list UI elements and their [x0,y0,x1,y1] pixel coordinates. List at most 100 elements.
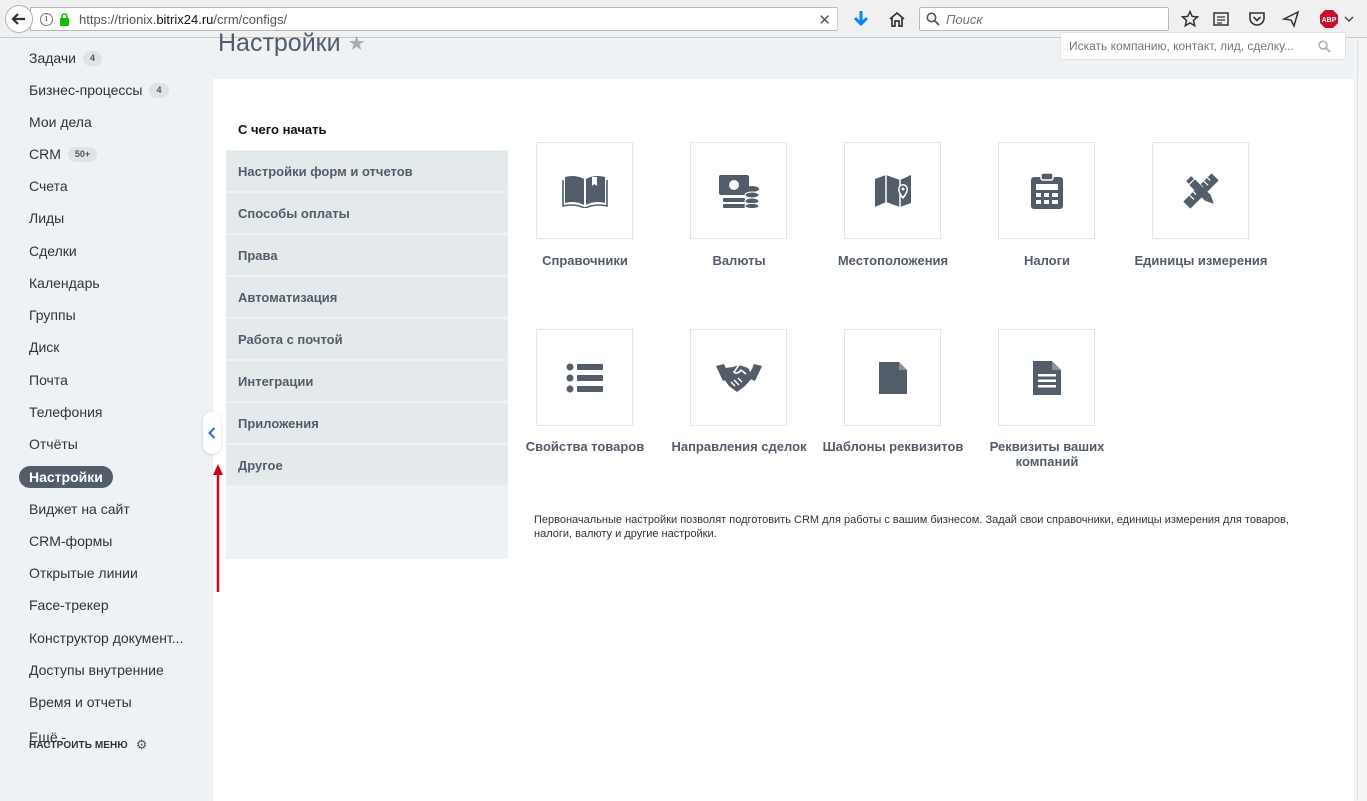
svg-text:ABP: ABP [1322,17,1337,24]
adblock-icon[interactable]: ABP [1318,9,1340,29]
reading-list-icon[interactable] [1211,9,1231,29]
tile-product-properties[interactable] [536,329,633,426]
nav-item-forms-reports[interactable]: Настройки форм и отчетов [226,151,508,191]
menu-item[interactable]: Сделки [29,243,77,259]
tile-units-of-measure[interactable] [1152,142,1249,239]
nav-item-automation[interactable]: Автоматизация [226,277,508,317]
menu-item-label: Время и отчеты [29,694,132,710]
download-icon[interactable] [851,9,871,29]
tile-label: Реквизиты ваших компаний [989,439,1105,469]
tile-label: Справочники [542,253,628,268]
gear-icon: ⚙ [135,737,148,752]
back-button[interactable] [5,5,33,33]
tile-locations[interactable] [844,142,941,239]
tile-label: Единицы измерения [1134,253,1268,268]
menu-item[interactable]: Время и отчеты [29,694,132,710]
menu-item-label: Телефония [29,404,103,420]
arrow-left-icon [11,13,25,25]
tile-company-requisites[interactable] [998,329,1095,426]
menu-item-label: Face-трекер [29,597,109,613]
menu-item-label: Почта [29,372,68,388]
configure-menu-button[interactable]: НАСТРОИТЬ МЕНЮ ⚙ [29,737,148,753]
url-text[interactable]: https://trionix.bitrix24.ru/crm/configs/ [79,12,287,27]
search-icon [926,12,940,26]
pocket-icon[interactable] [1247,9,1267,29]
tile-label: Шаблоны реквизитов [822,439,964,454]
send-icon[interactable] [1281,9,1301,29]
menu-item[interactable]: Группы [29,307,76,323]
menu-item[interactable]: CRM 50+ [29,146,98,162]
menu-item[interactable]: Доступы внутренние [29,662,164,678]
home-icon[interactable] [887,9,907,29]
map-icon [874,174,911,207]
nav-item-other[interactable]: Другое [226,445,508,485]
browser-search-input[interactable] [946,11,1156,27]
chevron-down-icon[interactable] [1342,9,1356,29]
menu-item[interactable]: Календарь [29,275,100,291]
menu-item-label: CRM [29,146,61,162]
menu-item[interactable]: Открытые линии [29,565,138,581]
tile-deal-pipelines[interactable] [690,329,787,426]
menu-item-label: Счета [29,178,68,194]
menu-item-label: CRM-формы [29,533,113,549]
lock-icon[interactable] [59,12,70,26]
info-icon[interactable]: i [40,12,53,26]
chevron-left-icon [208,427,216,439]
nav-item-mail[interactable]: Работа с почтой [226,319,508,359]
menu-item[interactable]: Задачи 4 [29,50,103,66]
document-template-icon [878,361,907,394]
page-title-text: Настройки [218,29,341,57]
menu-item-label: Виджет на сайт [29,501,130,517]
nav-item-permissions[interactable]: Права [226,235,508,275]
configure-menu-label: НАСТРОИТЬ МЕНЮ [29,739,128,751]
menu-item[interactable]: Почта [29,372,68,388]
menu-item[interactable]: Face-трекер [29,597,109,613]
tile-requisite-templates[interactable] [844,329,941,426]
crm-search-input[interactable] [1069,39,1314,53]
tile-currencies[interactable] [690,142,787,239]
url-divider [837,8,838,30]
menu-item[interactable]: Виджет на сайт [29,501,130,517]
nav-item-integrations[interactable]: Интеграции [226,361,508,401]
address-bar[interactable]: i https://trionix.bitrix24.ru/crm/config… [30,7,838,31]
menu-item-label: Сделки [29,243,77,259]
nav-item-getting-started[interactable]: С чего начать [226,108,508,150]
menu-item-label: Конструктор документ... [29,630,184,646]
menu-item[interactable]: Счета [29,178,68,194]
page-title: Настройки ★ [218,29,366,58]
tile-reference-books[interactable] [536,142,633,239]
menu-item-label: Бизнес-процессы [29,82,143,98]
favorite-star-icon[interactable]: ★ [348,31,366,56]
crm-search-box[interactable] [1060,32,1346,60]
menu-collapse-button[interactable] [203,412,221,454]
menu-item[interactable]: Конструктор документ... [29,630,183,646]
menu-item[interactable]: Лиды [29,210,64,226]
menu-item[interactable]: CRM-формы [29,533,112,549]
menu-item[interactable]: Мои дела [29,114,92,130]
menu-item-label: Отчёты [29,436,78,452]
tile-label: Направления сделок [671,439,807,454]
clear-url-icon[interactable]: ✕ [818,11,831,29]
menu-item-label: Группы [29,307,76,323]
menu-item-counter: 50+ [67,146,98,162]
scrollbar[interactable] [1354,39,1367,801]
currency-icon [718,174,759,209]
menu-item[interactable]: Отчёты [29,436,78,452]
menu-item[interactable]: Диск [29,339,59,355]
handshake-icon [715,363,762,392]
menu-item-label: Открытые линии [29,565,138,581]
nav-item-payment-methods[interactable]: Способы оплаты [226,193,508,233]
nav-item-applications[interactable]: Приложения [226,403,508,443]
tile-taxes[interactable] [998,142,1095,239]
menu-item[interactable]: Настройки [19,466,113,488]
tile-label: Свойства товаров [525,439,645,454]
tile-label: Местоположения [837,253,949,268]
menu-item-counter: 4 [149,82,169,98]
browser-search-box[interactable] [919,7,1169,31]
menu-item-label: Диск [29,339,60,355]
menu-item[interactable]: Телефония [29,404,102,420]
search-icon[interactable] [1318,39,1331,53]
menu-item[interactable]: Бизнес-процессы 4 [29,82,169,98]
document-text-icon [1032,360,1061,395]
bookmark-star-icon[interactable] [1180,9,1200,29]
